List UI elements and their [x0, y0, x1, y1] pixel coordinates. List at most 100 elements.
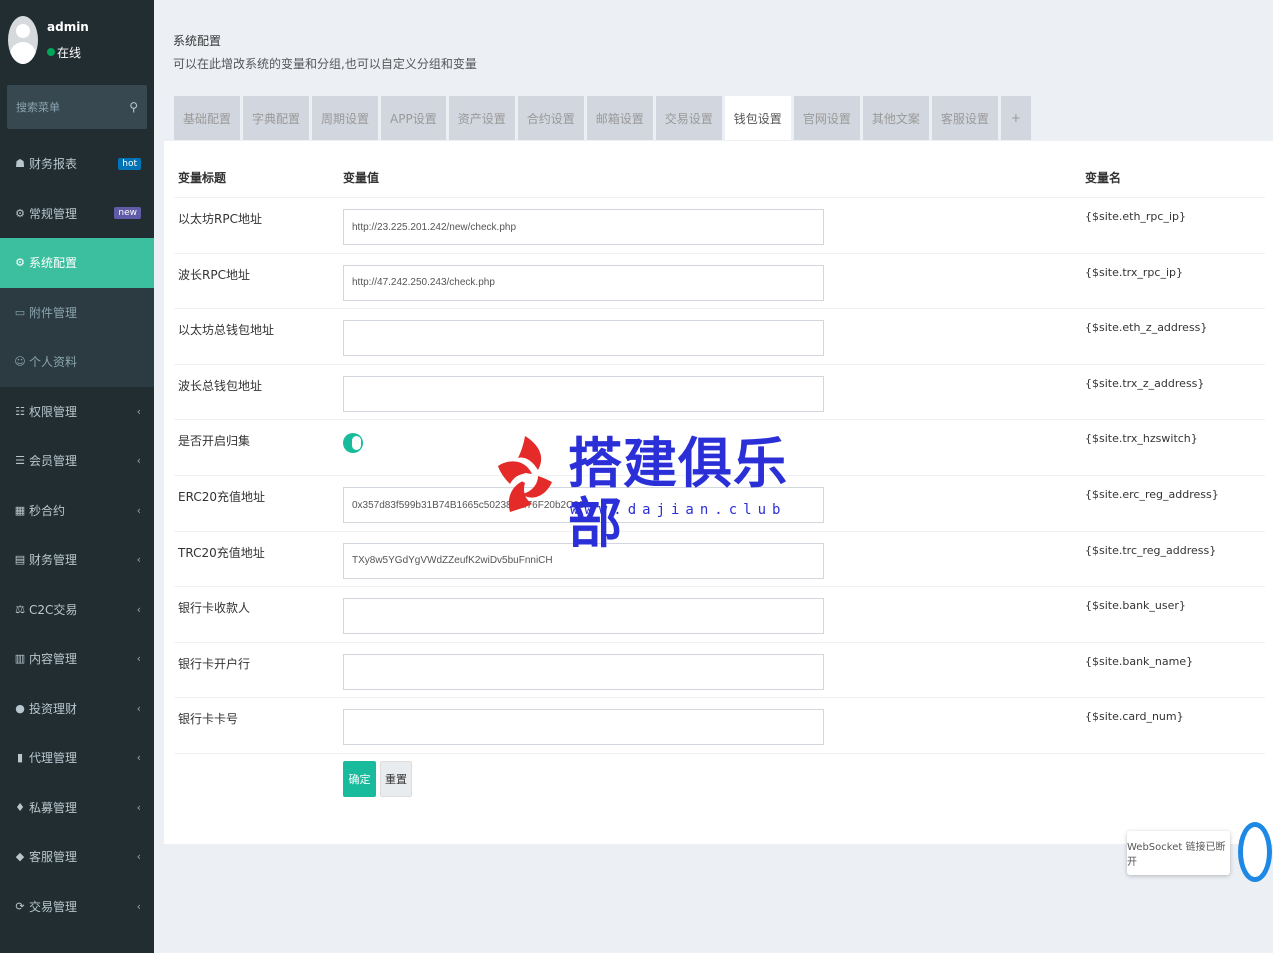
sidebar-item-2[interactable]: ⚙ 系统配置 [0, 238, 154, 288]
comment-icon: ◆ [15, 850, 25, 864]
chevron-left-icon: ‹ [136, 454, 141, 468]
file-icon: ▭ [14, 305, 26, 319]
table-row: 以太坊RPC地址 {$site.eth_rpc_ip} [174, 197, 1265, 253]
avatar [8, 16, 38, 64]
dashboard-icon: ☗ [15, 157, 25, 171]
value-input[interactable] [343, 264, 824, 301]
chevron-left-icon: ‹ [136, 701, 141, 715]
header-value: 变量值 [343, 171, 380, 185]
sidebar-item-9[interactable]: ⚖ C2C交易 ‹ [0, 585, 154, 635]
menu-badge: hot [118, 157, 141, 170]
chevron-left-icon: ‹ [136, 404, 141, 418]
tab-10[interactable]: 其他文案 [862, 96, 929, 140]
sidebar-item-1[interactable]: ⚙ 常规管理 new [0, 189, 154, 239]
gear-icon: ⚙ [15, 256, 25, 270]
websocket-toast: WebSocket 链接已断开 [1127, 831, 1230, 875]
row-var-name: {$site.card_num} [1085, 710, 1184, 724]
exchange-icon: ⟳ [15, 899, 25, 913]
table-row: 波长RPC地址 {$site.trx_rpc_ip} [174, 252, 1265, 309]
sidebar-item-4[interactable]: ☺ 个人资料 [0, 337, 154, 387]
tab-9[interactable]: 官网设置 [793, 96, 860, 140]
row-var-name: {$site.trx_hzswitch} [1085, 432, 1198, 446]
websocket-message: WebSocket 链接已断开 [1127, 842, 1226, 868]
user-status: 在线 [47, 44, 89, 61]
row-title: ERC20充值地址 [178, 490, 265, 504]
row-var-name: {$site.trx_z_address} [1085, 376, 1205, 390]
confirm-button[interactable]: 确定 [343, 761, 376, 797]
user-info: admin 在线 [47, 20, 89, 61]
online-dot-icon [47, 48, 55, 56]
value-input[interactable] [343, 653, 824, 690]
toggle-switch[interactable] [343, 433, 363, 454]
table-row: 银行卡收款人 {$site.bank_user} [174, 586, 1265, 642]
tab-6[interactable]: 邮箱设置 [586, 96, 653, 140]
sidebar-item-14[interactable]: ◆ 客服管理 ‹ [0, 832, 154, 882]
page-title: 系统配置 [173, 34, 222, 48]
table-row: 银行卡卡号 {$site.card_num} [174, 697, 1265, 753]
sidebar-item-6[interactable]: ☰ 会员管理 ‹ [0, 436, 154, 486]
calendar-icon: ▦ [14, 503, 26, 517]
tab-4[interactable]: 资产设置 [448, 96, 515, 140]
page-header: 系统配置 可以在此增改系统的变量和分组,也可以自定义分组和变量 [173, 32, 477, 72]
row-title: 银行卡卡号 [178, 712, 239, 727]
header-name: 变量名 [1085, 171, 1122, 185]
sidebar-item-label: 代理管理 [29, 751, 78, 766]
row-var-name: {$site.erc_reg_address} [1085, 488, 1219, 501]
row-title: 以太坊RPC地址 [178, 212, 262, 226]
table-row: 波长总钱包地址 {$site.trx_z_address} [174, 363, 1265, 420]
sidebar-item-label: 系统配置 [29, 256, 78, 271]
chevron-left-icon: ‹ [136, 850, 141, 864]
value-input[interactable] [343, 709, 824, 746]
tab-3[interactable]: APP设置 [381, 96, 446, 140]
tab-7[interactable]: 交易设置 [655, 96, 722, 140]
sidebar-item-12[interactable]: ▮ 代理管理 ‹ [0, 733, 154, 783]
row-var-name: {$site.trx_rpc_ip} [1085, 265, 1184, 279]
sidebar-item-13[interactable]: ♦ 私募管理 ‹ [0, 783, 154, 833]
row-title: 是否开启归集 [178, 434, 251, 449]
sidebar-menu: ☗ 财务报表 hot ⚙ 常规管理 new ⚙ 系统配置 ▭ 附件管理 ☺ 个人资料 ☷ 权限管理 ‹ ☰ 会员… [0, 139, 154, 931]
chat-bubble-icon[interactable] [1238, 822, 1272, 882]
sidebar-item-8[interactable]: ▤ 财务管理 ‹ [0, 535, 154, 585]
row-var-name: {$site.eth_z_address} [1085, 321, 1208, 335]
diamond-icon: ♦ [15, 800, 25, 814]
row-var-name: {$site.bank_user} [1085, 599, 1186, 613]
user-status-label: 在线 [57, 45, 82, 60]
sidebar-item-label: 交易管理 [29, 899, 78, 914]
sidebar-item-15[interactable]: ⟳ 交易管理 ‹ [0, 882, 154, 932]
sidebar-item-3[interactable]: ▭ 附件管理 [0, 287, 154, 337]
sidebar-item-0[interactable]: ☗ 财务报表 hot [0, 139, 154, 189]
row-title: TRC20充值地址 [178, 545, 265, 560]
sidebar-item-7[interactable]: ▦ 秒合约 ‹ [0, 486, 154, 536]
header-title: 变量标题 [178, 171, 227, 185]
add-tab-button[interactable]: + [1000, 96, 1031, 140]
user-panel: admin 在线 [0, 0, 154, 80]
sidebar-item-5[interactable]: ☷ 权限管理 ‹ [0, 387, 154, 437]
reset-button[interactable]: 重置 [380, 761, 412, 797]
chevron-left-icon: ‹ [136, 602, 141, 616]
value-input[interactable] [343, 375, 824, 412]
tab-1[interactable]: 字典配置 [243, 96, 310, 140]
watermark-text: 搭建俱乐部 [568, 432, 788, 555]
briefcase-icon: ▮ [16, 751, 24, 765]
search-icon[interactable]: ⚲ [129, 100, 138, 114]
search-input[interactable]: 搜索菜单 ⚲ [7, 85, 147, 129]
database-icon: ▤ [14, 553, 26, 567]
tab-11[interactable]: 客服设置 [931, 96, 998, 140]
tab-2[interactable]: 周期设置 [312, 96, 379, 140]
value-input[interactable] [343, 209, 824, 245]
sidebar-item-label: 常规管理 [29, 206, 78, 221]
tab-0[interactable]: 基础配置 [174, 96, 241, 140]
row-title: 以太坊总钱包地址 [178, 323, 275, 338]
value-input[interactable] [343, 598, 824, 635]
watermark-url: www.dajian.club [570, 502, 787, 518]
balance-icon: ⚖ [15, 602, 25, 616]
tab-5[interactable]: 合约设置 [517, 96, 584, 140]
sidebar-item-label: 秒合约 [29, 503, 66, 518]
sidebar-item-10[interactable]: ▥ 内容管理 ‹ [0, 634, 154, 684]
value-input[interactable] [343, 320, 824, 357]
sidebar-item-label: 财务管理 [29, 553, 78, 568]
tab-8[interactable]: 钱包设置 [724, 96, 791, 140]
chevron-left-icon: ‹ [136, 652, 141, 666]
sidebar: admin 在线 搜索菜单 ⚲ ☗ 财务报表 hot ⚙ 常规管理 new ⚙ 系统配置 ▭ 附件… [0, 0, 154, 953]
sidebar-item-11[interactable]: ● 投资理财 ‹ [0, 684, 154, 734]
